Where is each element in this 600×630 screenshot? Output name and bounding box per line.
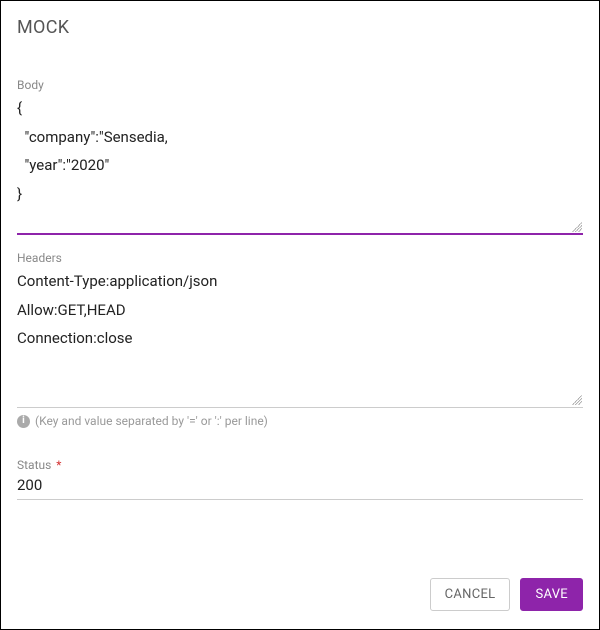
status-field: Status *	[17, 458, 583, 500]
required-marker: *	[56, 458, 61, 472]
body-field: Body	[17, 78, 583, 235]
status-input[interactable]	[17, 474, 583, 500]
mock-panel: MOCK Body Headers i (Key and value separ…	[0, 0, 600, 630]
headers-hint-text: (Key and value separated by '=' or ':' p…	[35, 414, 268, 428]
status-label-text: Status	[17, 458, 51, 472]
body-textarea-wrapper	[17, 94, 583, 235]
save-button[interactable]: SAVE	[520, 578, 583, 611]
panel-title: MOCK	[17, 17, 583, 38]
headers-field: Headers	[17, 251, 583, 408]
status-label: Status *	[17, 458, 583, 472]
action-bar: CANCEL SAVE	[430, 578, 583, 611]
headers-textarea-wrapper	[17, 267, 583, 408]
body-textarea[interactable]	[17, 94, 583, 235]
info-icon: i	[17, 415, 30, 428]
cancel-button[interactable]: CANCEL	[430, 578, 511, 611]
headers-label: Headers	[17, 251, 583, 265]
headers-hint: i (Key and value separated by '=' or ':'…	[17, 414, 583, 428]
headers-textarea[interactable]	[17, 267, 583, 408]
body-label: Body	[17, 78, 583, 92]
